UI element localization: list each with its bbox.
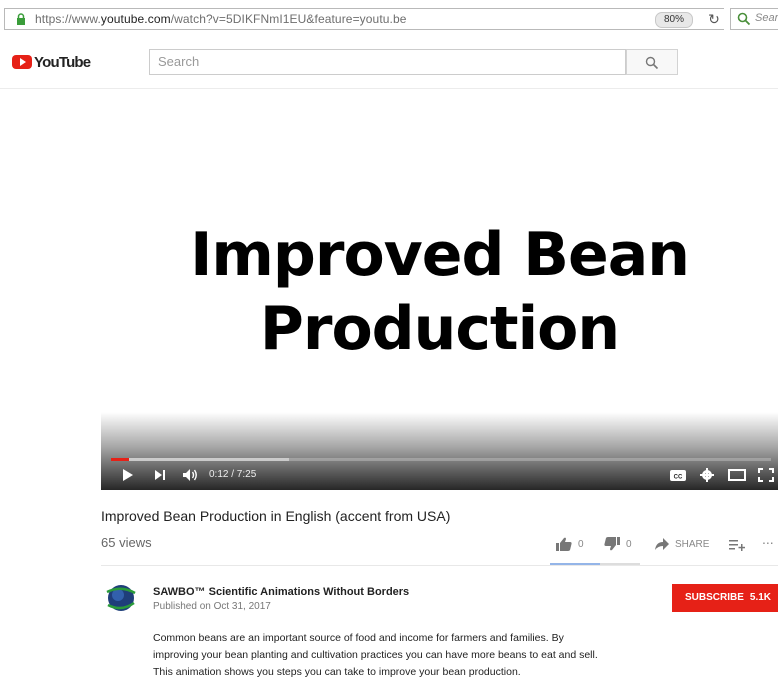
browser-search-icon [737, 12, 751, 26]
dislike-button[interactable]: 0 [604, 537, 640, 553]
thumbs-up-icon [556, 537, 572, 551]
thumbs-down-icon [604, 537, 620, 551]
browser-search-placeholder: Sear [755, 12, 778, 24]
search-button[interactable] [626, 49, 678, 75]
share-label: SHARE [675, 539, 710, 550]
channel-avatar[interactable] [104, 581, 138, 615]
description-line: This animation shows you steps you can t… [153, 666, 521, 678]
video-frame-title-line2: Production [259, 294, 620, 364]
play-icon[interactable] [121, 465, 135, 485]
captions-icon[interactable]: CC [669, 465, 687, 485]
add-to-playlist-icon [729, 540, 745, 551]
theater-mode-icon[interactable] [727, 465, 747, 485]
browser-toolbar: https://www.youtube.com/watch?v=5DIKFNmI… [0, 0, 778, 39]
time-display: 0:12 / 7:25 [209, 469, 257, 480]
add-to-playlist-button[interactable] [729, 537, 745, 553]
like-count: 0 [578, 539, 584, 550]
url-domain: youtube.com [100, 12, 171, 26]
subscriber-count: 5.1K [749, 592, 772, 603]
publish-date: Published on Oct 31, 2017 [153, 601, 271, 612]
url-path: /watch?v=5DIKFNmI1EU&feature=youtu.be [170, 12, 407, 26]
video-frame-title-line1: Improved Bean [190, 220, 690, 290]
description-line: improving your bean planting and cultiva… [153, 649, 598, 661]
zoom-level[interactable]: 80% [655, 12, 693, 28]
search-icon [645, 56, 659, 70]
subscribe-button[interactable]: SUBSCRIBE 5.1K [672, 584, 778, 612]
lock-icon [17, 13, 25, 25]
dislike-count: 0 [626, 539, 632, 550]
progress-played [111, 458, 129, 461]
progress-bar[interactable] [111, 458, 771, 461]
volume-icon[interactable] [181, 465, 199, 485]
youtube-play-logo-icon [12, 55, 32, 69]
share-arrow-icon [655, 538, 669, 550]
settings-gear-icon[interactable] [698, 465, 716, 485]
fullscreen-icon[interactable] [757, 465, 775, 485]
video-player[interactable]: Improved Bean Production 0:12 / 7:25 CC [101, 90, 778, 490]
reload-icon[interactable]: ↻ [705, 10, 723, 28]
url-text: https://www.youtube.com/watch?v=5DIKFNmI… [35, 12, 407, 26]
like-button[interactable]: 0 [556, 537, 592, 553]
more-actions-button[interactable]: ... [762, 531, 778, 547]
video-frame-title: Improved Bean Production [101, 218, 778, 366]
url-prefix: https://www. [35, 12, 101, 26]
view-count: 65 views [101, 535, 152, 550]
divider [101, 565, 778, 566]
progress-buffered [111, 458, 290, 461]
description-line: Common beans are an important source of … [153, 632, 564, 644]
youtube-header: YouTube Search [0, 38, 778, 89]
video-title: Improved Bean Production in English (acc… [101, 508, 451, 524]
next-icon[interactable] [153, 465, 167, 485]
channel-name[interactable]: SAWBO™ Scientific Animations Without Bor… [153, 586, 409, 598]
video-description: Common beans are an important source of … [153, 630, 643, 681]
address-bar[interactable]: https://www.youtube.com/watch?v=5DIKFNmI… [4, 8, 724, 30]
subscribe-label: SUBSCRIBE [685, 592, 744, 603]
browser-search-field[interactable]: Sear [730, 8, 778, 30]
svg-text:CC: CC [674, 475, 683, 481]
youtube-logo-text: YouTube [34, 54, 91, 71]
share-button[interactable]: SHARE [654, 537, 714, 553]
search-input[interactable]: Search [149, 49, 626, 75]
